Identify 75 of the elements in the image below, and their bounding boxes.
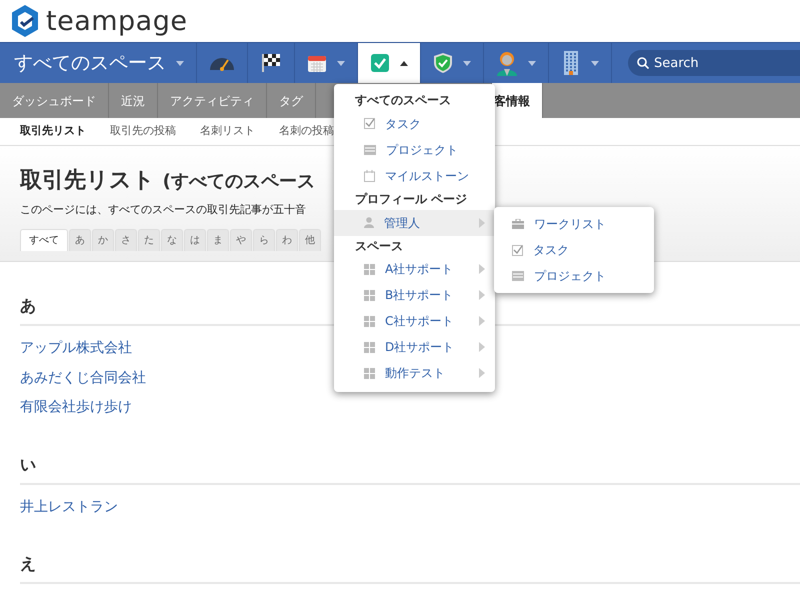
submenu-arrow-icon <box>479 368 485 378</box>
letter-tab[interactable]: わ <box>276 228 298 251</box>
letter-tab[interactable]: た <box>138 228 160 251</box>
gauge-icon <box>209 55 235 71</box>
grid-icon <box>364 368 375 379</box>
grid-icon <box>364 290 375 301</box>
letter-tab[interactable]: な <box>161 228 183 251</box>
nav-menu-button[interactable] <box>358 43 421 83</box>
letter-tab[interactable]: や <box>230 228 252 251</box>
menu-item[interactable]: 動作テスト <box>334 360 495 386</box>
submenu-arrow-icon <box>479 264 485 274</box>
letter-tab[interactable]: すべて <box>20 228 68 251</box>
caret-icon <box>528 60 536 66</box>
sub-tab[interactable]: 取引先の投稿 <box>98 123 188 140</box>
submenu-arrow-icon <box>479 290 485 300</box>
menu-item[interactable]: プロジェクト <box>494 263 654 289</box>
submenu-arrow-icon <box>479 218 485 228</box>
letter-tab[interactable]: ま <box>207 228 229 251</box>
calendar-icon <box>307 53 327 73</box>
nav-tab[interactable]: タグ <box>267 83 316 118</box>
person-icon <box>496 50 518 76</box>
brand-name: teampage <box>46 8 188 34</box>
company-link[interactable]: 有限会社歩け歩け <box>20 398 132 418</box>
company-link[interactable]: あみだくじ合同会社 <box>20 368 146 388</box>
person-icon <box>364 217 374 228</box>
menu-header: すべてのスペース <box>354 92 452 109</box>
caret-icon <box>591 60 599 66</box>
menu-header: プロフィール ページ <box>354 190 468 208</box>
company-link[interactable]: 井上レストラン <box>20 498 118 518</box>
menu-item[interactable]: タスク <box>494 237 654 263</box>
grid-icon <box>364 264 375 275</box>
grid-icon <box>364 342 375 353</box>
task-check-icon <box>370 53 390 73</box>
nav-tab[interactable]: アクティビティ <box>158 83 267 118</box>
menu-item[interactable]: ワークリスト <box>494 211 654 237</box>
letter-tab[interactable]: あ <box>69 228 91 251</box>
caret-icon <box>400 60 408 66</box>
group-heading: い <box>20 452 800 485</box>
submenu-arrow-icon <box>479 316 485 326</box>
caret-icon <box>463 60 471 66</box>
checkbox-icon <box>512 244 523 256</box>
group-heading: え <box>20 552 800 584</box>
caret-icon <box>337 60 345 66</box>
menu-item[interactable]: マイルストーン <box>334 162 495 189</box>
nav-tab[interactable]: 近況 <box>109 83 158 118</box>
submenu-arrow-icon <box>479 342 485 352</box>
menu-header: スペース <box>354 238 404 255</box>
search-icon <box>637 57 649 69</box>
page-description: このページには、すべてのスペースの取引先記事が五十音 <box>20 202 306 218</box>
project-icon <box>364 144 376 155</box>
page-title: 取引先リスト (すべてのスペース <box>20 168 315 194</box>
shield-check-icon <box>433 52 453 74</box>
sub-tab[interactable]: 取引先リスト <box>8 123 98 140</box>
nav-tab[interactable]: 客情報 <box>492 83 543 118</box>
sub-tab[interactable]: 名刺リスト <box>188 123 267 140</box>
project-icon <box>512 271 524 281</box>
letter-tab[interactable]: は <box>184 228 206 251</box>
logo-icon <box>10 4 40 38</box>
search-field[interactable]: Search <box>628 50 800 76</box>
nav-tab[interactable]: ダッシュボード <box>0 83 109 118</box>
caret-icon <box>176 60 184 66</box>
building-icon <box>561 50 581 76</box>
menu-item[interactable]: 管理人 <box>334 210 495 236</box>
checkbox-icon <box>364 118 375 130</box>
letter-tab[interactable]: ら <box>253 228 275 251</box>
calendar-icon <box>364 170 375 182</box>
menu-item[interactable]: D社サポート <box>334 334 495 360</box>
checkered-flag-icon <box>260 52 282 74</box>
menu-item[interactable]: A社サポート <box>334 256 495 282</box>
letter-tab[interactable]: 他 <box>299 228 321 251</box>
grid-icon <box>364 316 375 327</box>
letter-tab[interactable]: さ <box>115 228 137 251</box>
briefcase-icon <box>512 219 524 229</box>
letter-tab[interactable]: か <box>92 228 114 251</box>
company-link[interactable]: アップル株式会社 <box>20 339 132 359</box>
